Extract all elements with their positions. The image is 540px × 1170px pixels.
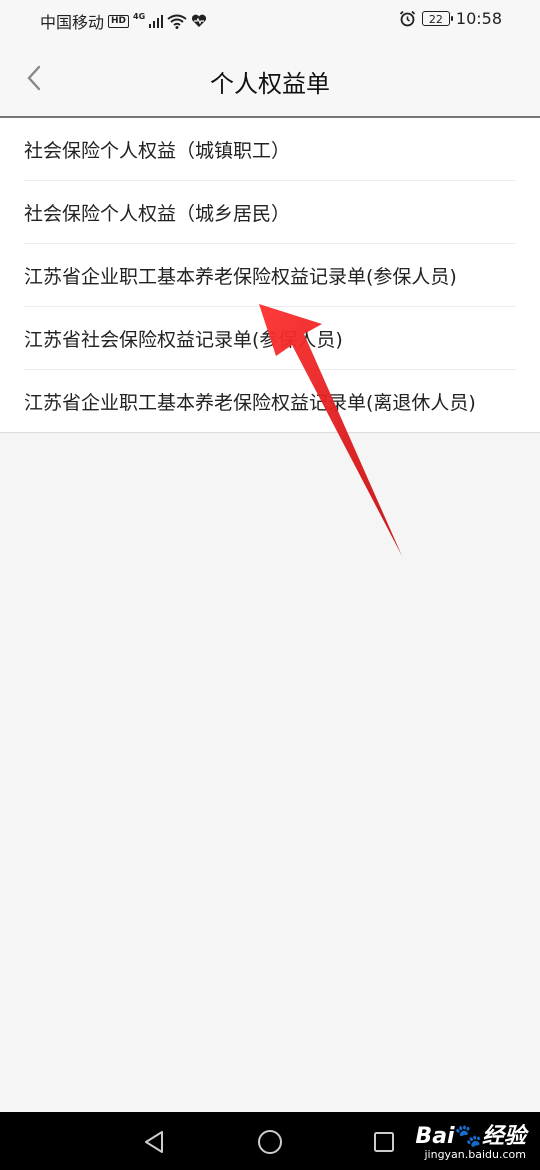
status-bar: 中国移动 HD 4G 22 10:58 xyxy=(0,0,540,40)
status-right: 22 10:58 xyxy=(399,9,502,28)
baidu-jingyan-watermark: Bai🐾经验 jingyan.baidu.com xyxy=(415,1118,526,1161)
list-item-social-insurance-insured[interactable]: 江苏省社会保险权益记录单(参保人员) xyxy=(0,307,540,370)
clock: 10:58 xyxy=(455,9,502,28)
heart-health-icon xyxy=(192,14,207,27)
list-item-pension-insured[interactable]: 江苏省企业职工基本养老保险权益记录单(参保人员) xyxy=(0,244,540,307)
nav-recents-button[interactable] xyxy=(368,1126,400,1158)
hd-badge: HD xyxy=(108,14,130,28)
rights-list: 社会保险个人权益（城镇职工） 社会保险个人权益（城乡居民） 江苏省企业职工基本养… xyxy=(0,118,540,433)
list-item-urban-employee[interactable]: 社会保险个人权益（城镇职工） xyxy=(0,118,540,181)
wifi-icon xyxy=(167,14,187,29)
carrier-label: 中国移动 xyxy=(40,13,105,32)
watermark-url: jingyan.baidu.com xyxy=(424,1148,526,1161)
alarm-icon xyxy=(399,10,416,27)
battery-indicator: 22 xyxy=(421,11,453,26)
signal-icon xyxy=(149,15,164,28)
network-type-label: 4G xyxy=(133,11,146,21)
page-title: 个人权益单 xyxy=(210,70,330,98)
nav-home-button[interactable] xyxy=(254,1126,286,1158)
watermark-brand-a: Bai xyxy=(415,1124,455,1149)
nav-header: 个人权益单 xyxy=(0,40,540,118)
watermark-brand-b: 经验 xyxy=(481,1124,526,1149)
list-item-pension-retired[interactable]: 江苏省企业职工基本养老保险权益记录单(离退休人员) xyxy=(0,370,540,433)
triangle-back-icon xyxy=(145,1131,163,1153)
system-nav-bar: Bai🐾经验 jingyan.baidu.com xyxy=(0,1112,540,1170)
list-item-urban-rural-resident[interactable]: 社会保险个人权益（城乡居民） xyxy=(0,181,540,244)
paw-logo-icon: 🐾 xyxy=(454,1124,482,1149)
status-left: 中国移动 HD 4G xyxy=(40,9,207,33)
nav-back-button[interactable] xyxy=(138,1126,170,1158)
square-recents-icon xyxy=(374,1132,394,1152)
circle-home-icon xyxy=(258,1130,282,1154)
